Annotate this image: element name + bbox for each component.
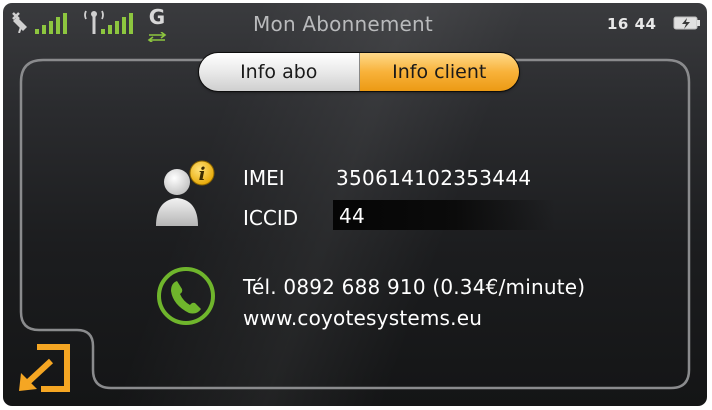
iccid-label: ICCID <box>243 206 299 230</box>
imei-label: IMEI <box>243 166 285 190</box>
tab-bar: Info abo Info client <box>199 53 519 91</box>
imei-value: 350614102353444 <box>336 166 532 190</box>
screen-title: Mon Abonnement <box>253 12 433 36</box>
network-letter: G <box>148 5 166 29</box>
clock: 16 44 <box>607 15 657 33</box>
tab-info-abo[interactable]: Info abo <box>199 53 360 91</box>
battery-charging-icon <box>673 16 700 30</box>
iccid-field <box>333 200 555 230</box>
phone-icon <box>157 267 215 325</box>
app-window: G Mon Abonnement 16 44 Info abo Info cli… <box>3 3 707 406</box>
tab-info-abo-label: Info abo <box>240 61 318 83</box>
support-phone: Tél. 0892 688 910 (0.34€/minute) <box>243 275 586 299</box>
transfer-arrows-icon <box>147 31 167 44</box>
user-info-icon: i <box>156 160 215 226</box>
tab-info-client-label: Info client <box>392 61 487 83</box>
gprs-icon: G <box>147 7 167 46</box>
gps-satellite-icon <box>12 12 27 33</box>
device-screen: G Mon Abonnement 16 44 Info abo Info cli… <box>0 0 712 410</box>
iccid-value: 44 <box>339 204 366 228</box>
status-bar: G Mon Abonnement 16 44 <box>3 3 707 45</box>
back-button[interactable] <box>15 343 75 395</box>
signal-bars-icon <box>35 13 67 34</box>
support-website[interactable]: www.coyotesystems.eu <box>243 306 482 330</box>
signal-bars-icon <box>101 13 133 34</box>
svg-text:i: i <box>199 164 206 185</box>
back-arrow-icon <box>19 344 70 392</box>
tab-info-client[interactable]: Info client <box>359 53 519 91</box>
